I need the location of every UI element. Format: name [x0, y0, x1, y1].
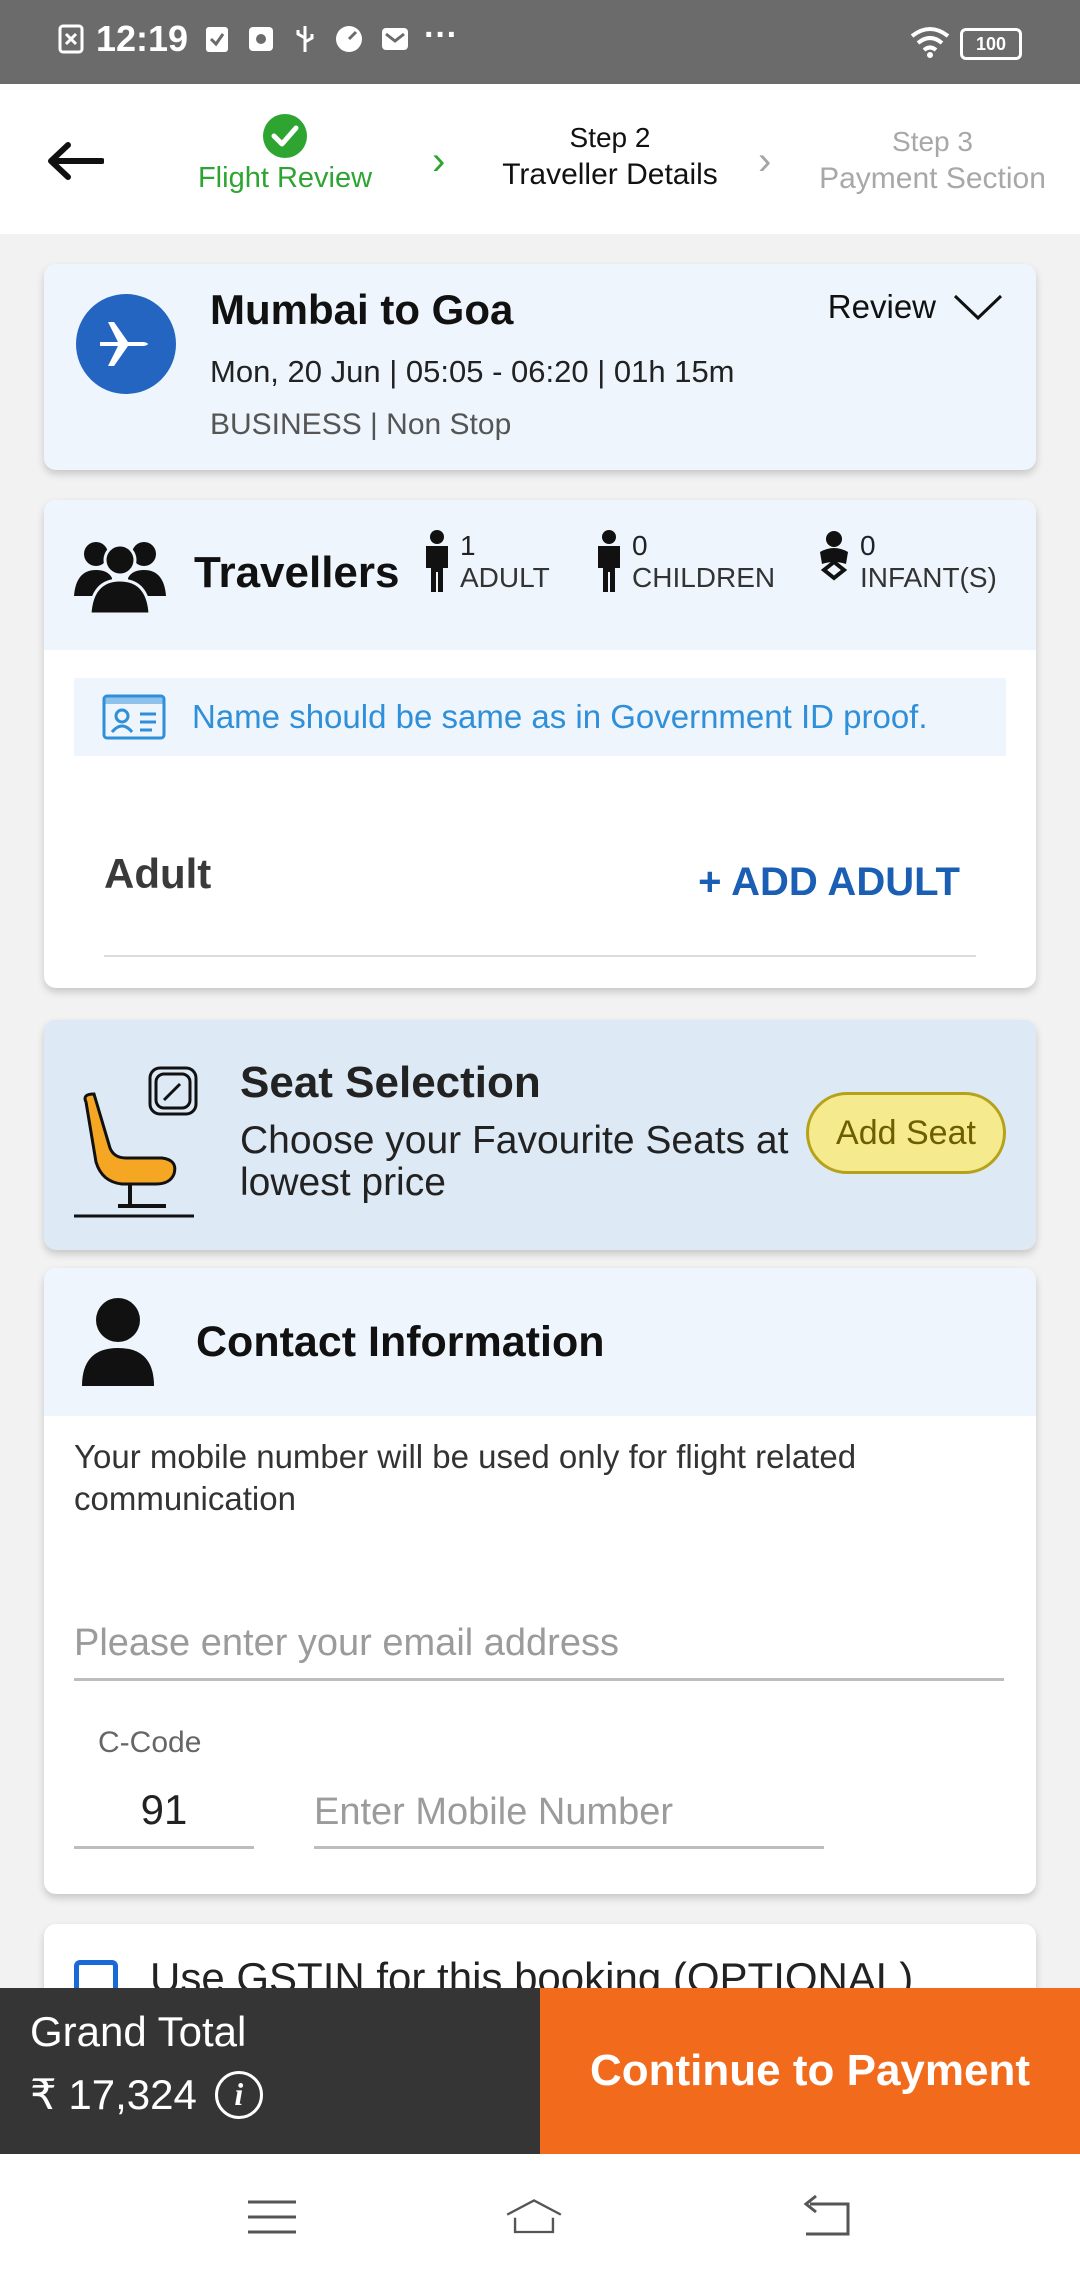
checkout-bar: Grand Total ₹ 17,324 i Continue to Payme… [0, 1988, 1080, 2154]
continue-to-payment-button[interactable]: Continue to Payment [540, 1988, 1080, 2154]
info-icon[interactable]: i [214, 2070, 263, 2119]
divider [104, 955, 976, 957]
step-flight-review[interactable]: Flight Review [170, 114, 400, 195]
adult-count-number: 1 [460, 530, 476, 561]
flight-datetime: Mon, 20 Jun | 05:05 - 06:20 | 01h 15m [210, 354, 735, 389]
infant-count-label: INFANT(S) [860, 562, 997, 593]
adult-icon [426, 530, 448, 592]
adult-count-label: ADULT [460, 562, 550, 593]
adult-section-label: Adult [104, 850, 212, 897]
menu-icon[interactable] [242, 2192, 302, 2242]
id-proof-note: Name should be same as in Government ID … [74, 678, 1006, 756]
back-button[interactable] [40, 126, 110, 196]
add-seat-button[interactable]: Add Seat [806, 1092, 1006, 1174]
step-number: Step 3 [892, 126, 973, 157]
step-label: Traveller Details [502, 158, 718, 191]
usb-settings-icon [249, 27, 273, 51]
arrow-left-icon [48, 142, 104, 180]
flight-summary-card: Mumbai to Goa Mon, 20 Jun | 05:05 - 06:2… [44, 264, 1036, 470]
travellers-title: Travellers [194, 548, 400, 597]
child-icon [598, 530, 620, 592]
chevron-down-icon [953, 294, 1003, 321]
flight-route: Mumbai to Goa [210, 286, 514, 333]
grand-total-amount: ₹ 17,324 i [30, 2070, 263, 2119]
airplane-icon [76, 294, 176, 394]
children-count-label: CHILDREN [632, 562, 776, 593]
back-nav-icon[interactable] [796, 2192, 856, 2242]
children-count: 0 CHILDREN [594, 530, 775, 594]
step-label: Flight Review [197, 162, 373, 194]
flight-cabin: BUSINESS | Non Stop [210, 408, 512, 441]
contact-title: Contact Information [196, 1318, 605, 1366]
id-note-text: Name should be same as in Government ID … [192, 698, 928, 735]
contact-card: Contact Information Your mobile number w… [44, 1268, 1036, 1894]
person-icon [82, 1298, 154, 1386]
review-toggle[interactable]: Review [828, 288, 1004, 326]
step-traveller-details: Step 2 Traveller Details [490, 122, 730, 192]
country-code-field[interactable]: 91 [74, 1778, 254, 1849]
status-bar: 12:19 ··· 100 [0, 0, 1080, 84]
battery-icon: 100 [960, 28, 1022, 60]
wifi-icon [910, 27, 950, 58]
grand-total-value: ₹ 17,324 [30, 2071, 197, 2118]
contact-header: Contact Information [44, 1268, 1036, 1416]
travellers-card: Travellers 1 ADULT 0 CHILDREN 0 INFANT(S) N… [44, 500, 1036, 988]
seat-title: Seat Selection [240, 1058, 541, 1107]
seat-icon [74, 1066, 198, 1218]
chevron-right-icon: › [432, 139, 446, 183]
mobile-number-input[interactable] [314, 1778, 824, 1849]
grand-total-box: Grand Total ₹ 17,324 i [0, 1988, 540, 2154]
email-input[interactable] [74, 1608, 1004, 1681]
infant-count-number: 0 [860, 530, 876, 561]
step-label: Payment Section [819, 162, 1046, 195]
infant-count: 0 INFANT(S) [816, 530, 997, 594]
seat-subtitle: Choose your Favourite Seats at lowest pr… [240, 1119, 789, 1204]
review-label: Review [827, 288, 936, 325]
chevron-right-icon: › [758, 139, 772, 183]
speedometer-icon [336, 26, 362, 52]
mail-icon [382, 28, 408, 50]
check-icon [263, 114, 307, 158]
status-time: 12:19 [96, 18, 189, 59]
children-count-number: 0 [632, 530, 648, 561]
add-adult-button[interactable]: + ADD ADULT [698, 860, 960, 905]
travellers-header: Travellers 1 ADULT 0 CHILDREN 0 INFANT(S) [44, 500, 1036, 650]
notification-x-icon [58, 24, 84, 54]
id-card-icon [102, 694, 166, 740]
seat-selection-card: Seat Selection Choose your Favourite Sea… [44, 1020, 1036, 1250]
group-icon [74, 542, 166, 614]
infant-icon [820, 531, 848, 581]
home-icon[interactable] [504, 2192, 564, 2242]
more-notifications-icon: ··· [424, 16, 458, 54]
contact-note: Your mobile number will be used only for… [74, 1438, 857, 1517]
country-code-label: C-Code [98, 1726, 202, 1759]
clipboard-check-icon [206, 27, 228, 52]
usb-icon [296, 26, 314, 52]
system-nav-bar [0, 2154, 1080, 2280]
step-payment-section: Step 3 Payment Section [815, 126, 1050, 196]
step-number: Step 2 [569, 122, 651, 153]
grand-total-label: Grand Total [30, 2008, 247, 2055]
app-header: Flight Review › Step 2 Traveller Details… [0, 84, 1080, 234]
adult-count: 1 ADULT [422, 530, 550, 594]
